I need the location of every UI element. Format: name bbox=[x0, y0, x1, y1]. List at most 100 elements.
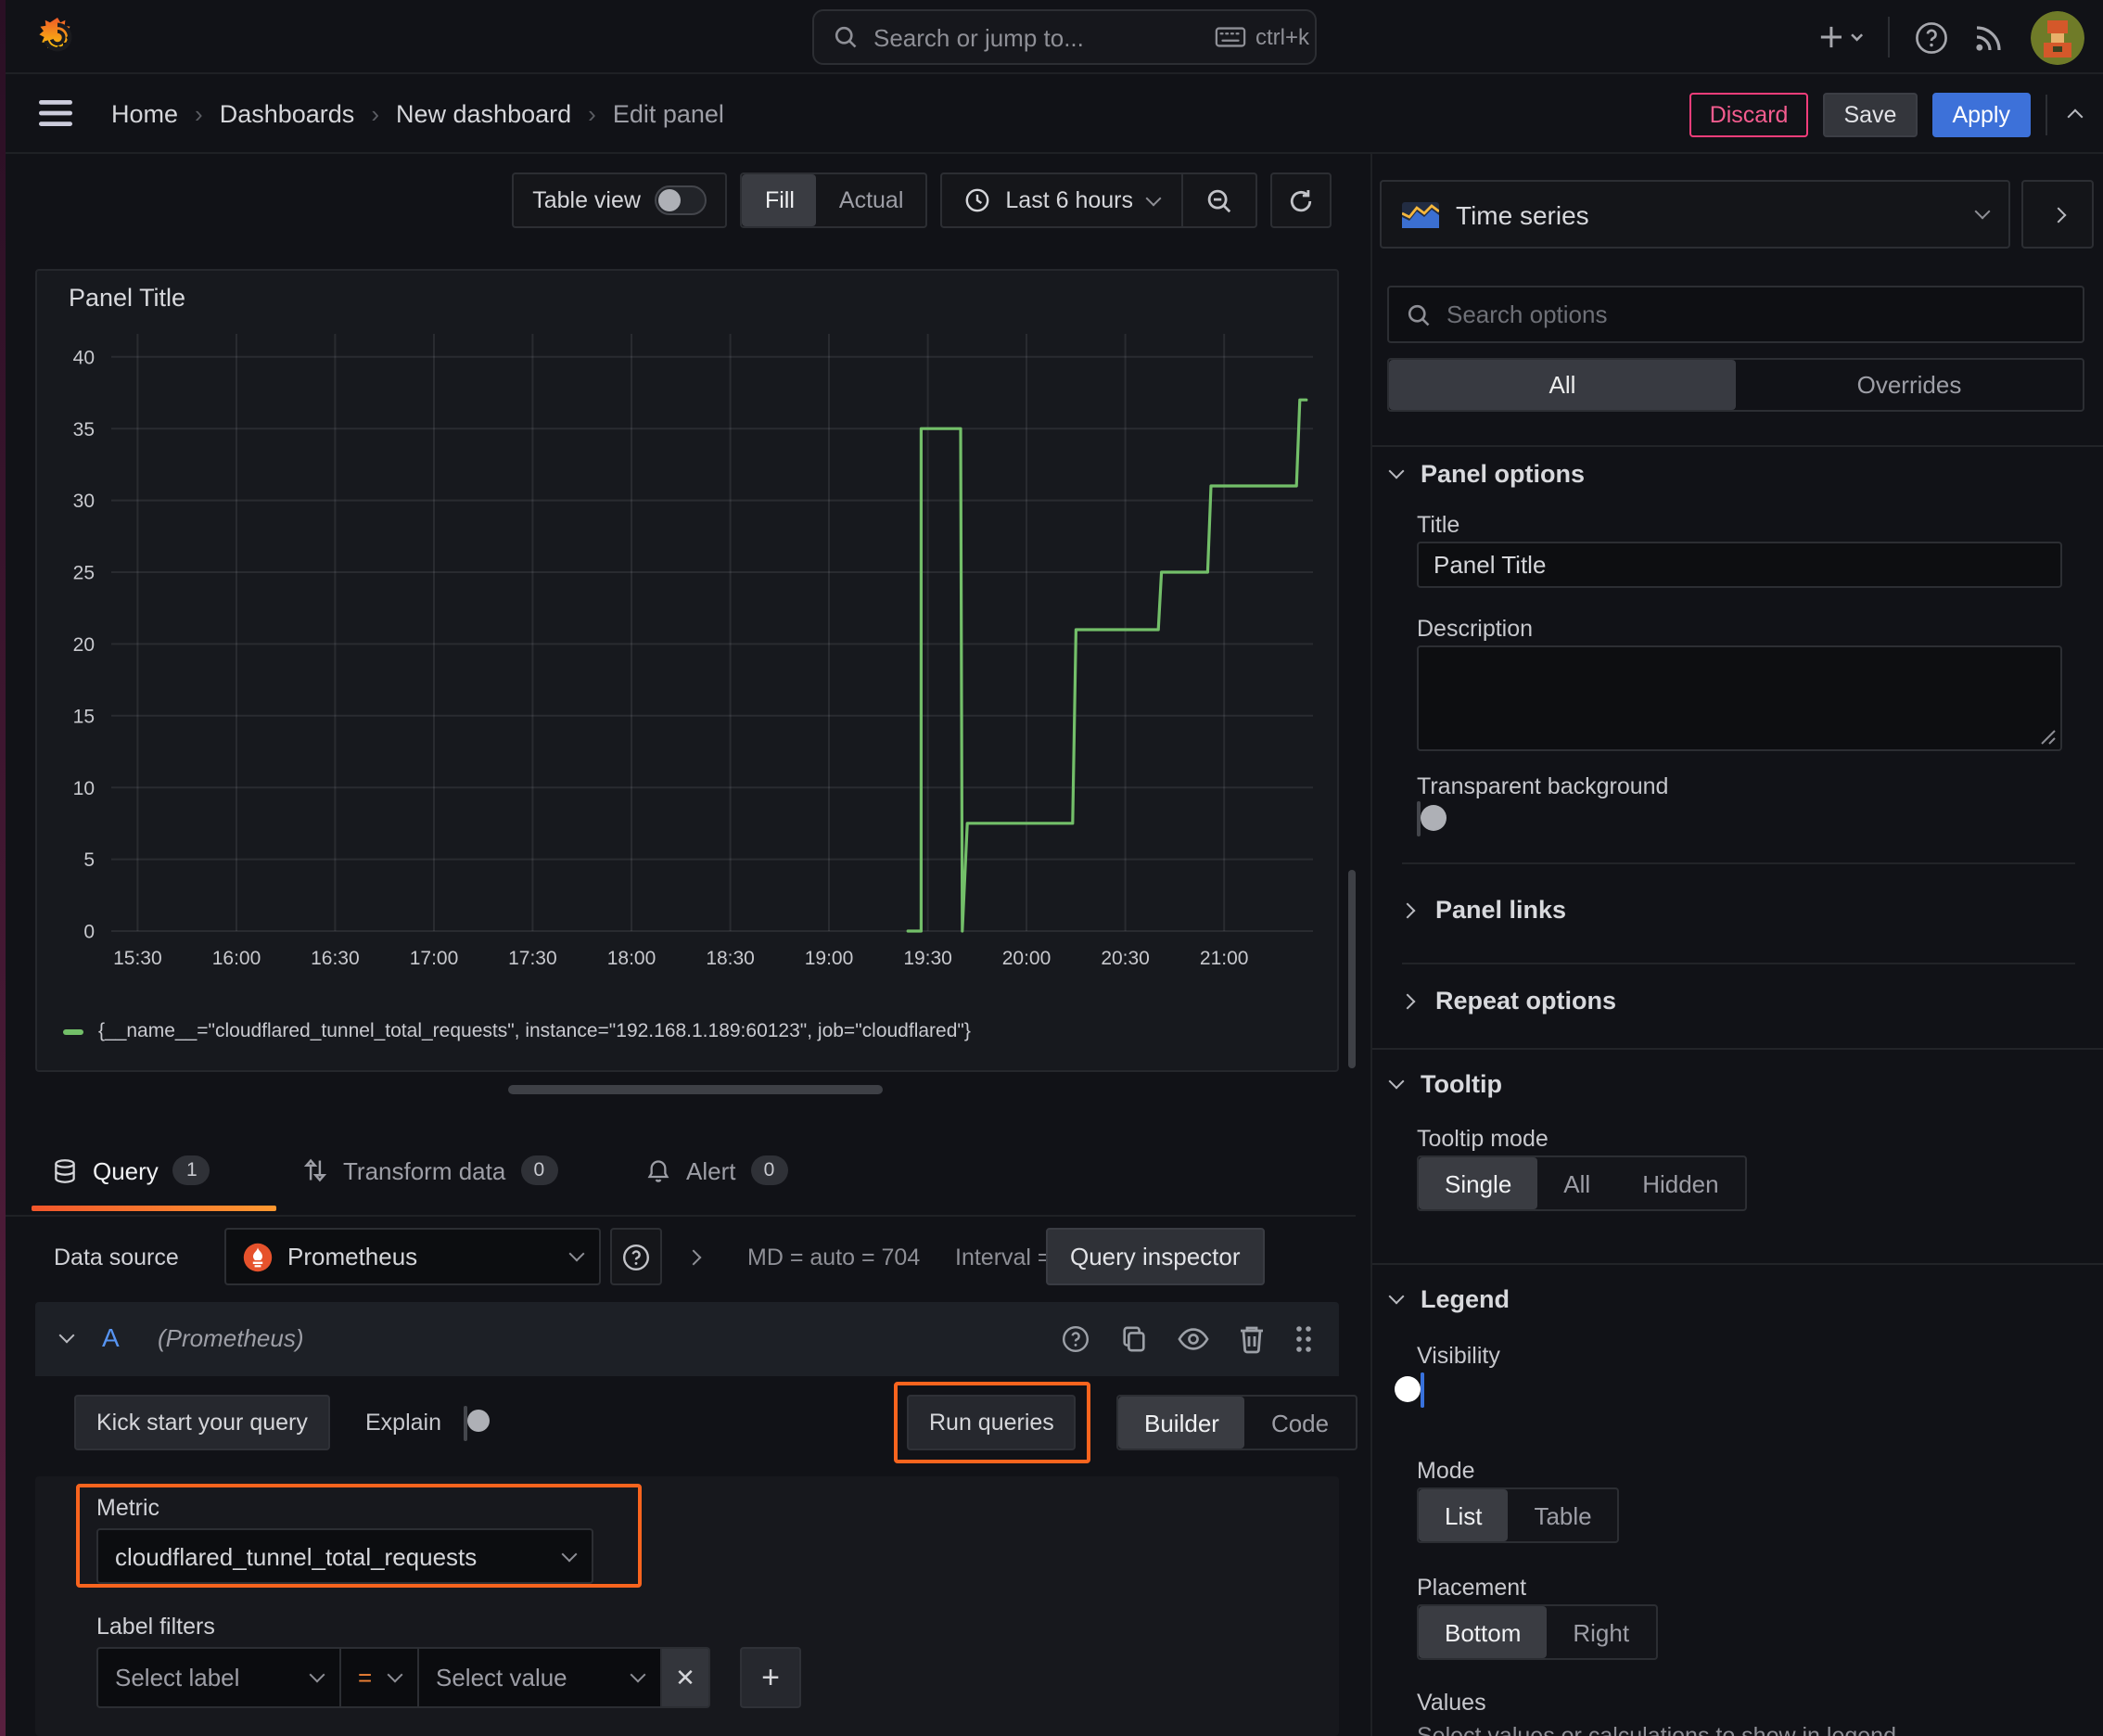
expand-options-icon[interactable] bbox=[685, 1249, 702, 1266]
tabs-divider bbox=[6, 1215, 1356, 1217]
panel-links-section[interactable]: Panel links bbox=[1399, 896, 1566, 924]
builder-code-segmented: Builder Code bbox=[1116, 1395, 1357, 1450]
menu-hamburger-icon[interactable] bbox=[39, 100, 72, 126]
panel-options-section[interactable]: Panel options bbox=[1388, 460, 1585, 488]
breadcrumb-home[interactable]: Home bbox=[111, 100, 178, 128]
fill-option[interactable]: Fill bbox=[742, 174, 817, 226]
table-view-toggle[interactable] bbox=[655, 185, 707, 215]
legend-list-option[interactable]: List bbox=[1419, 1489, 1509, 1541]
news-rss-icon[interactable] bbox=[1973, 20, 2007, 54]
apply-button[interactable]: Apply bbox=[1931, 92, 2031, 136]
datasource-help-button[interactable] bbox=[610, 1228, 662, 1285]
visualization-picker[interactable]: Time series bbox=[1380, 180, 2010, 249]
query-inspector-button[interactable]: Query inspector bbox=[1046, 1228, 1265, 1285]
resize-handle-icon[interactable] bbox=[2040, 729, 2057, 746]
svg-text:17:00: 17:00 bbox=[410, 948, 459, 969]
breadcrumb: Home › Dashboards › New dashboard › Edit… bbox=[111, 74, 724, 154]
svg-text:21:00: 21:00 bbox=[1200, 948, 1249, 969]
time-range-picker[interactable]: Last 6 hours bbox=[942, 174, 1181, 226]
zoom-out-button[interactable] bbox=[1183, 174, 1255, 226]
placement-bottom-option[interactable]: Bottom bbox=[1419, 1606, 1548, 1658]
tooltip-section[interactable]: Tooltip bbox=[1388, 1070, 1502, 1098]
breadcrumb-dashboards[interactable]: Dashboards bbox=[220, 100, 355, 128]
tab-transform-data[interactable]: Transform data 0 bbox=[302, 1135, 558, 1206]
svg-text:18:30: 18:30 bbox=[706, 948, 755, 969]
breadcrumb-new-dashboard[interactable]: New dashboard bbox=[396, 100, 571, 128]
select-value-dropdown[interactable]: Select value bbox=[419, 1647, 662, 1708]
delete-query-trash-icon[interactable] bbox=[1239, 1324, 1265, 1354]
table-view-toggle-button[interactable]: Table view bbox=[512, 172, 728, 228]
description-textarea[interactable] bbox=[1417, 645, 2062, 751]
legend-values-label: Values bbox=[1417, 1690, 1486, 1716]
tab-query[interactable]: Query 1 bbox=[52, 1135, 210, 1206]
datasource-picker[interactable]: Prometheus bbox=[224, 1228, 601, 1285]
svg-text:20: 20 bbox=[73, 634, 95, 656]
tab-overrides[interactable]: Overrides bbox=[1736, 360, 2083, 410]
explain-label: Explain bbox=[365, 1410, 441, 1436]
add-filter-button[interactable]: + bbox=[740, 1647, 801, 1708]
breadcrumb-separator: › bbox=[195, 100, 203, 128]
run-queries-button[interactable]: Run queries bbox=[907, 1395, 1077, 1450]
prometheus-icon bbox=[243, 1242, 273, 1271]
options-tabs: All Overrides bbox=[1387, 358, 2084, 412]
actual-option[interactable]: Actual bbox=[817, 174, 926, 226]
query-help-icon[interactable] bbox=[1061, 1324, 1090, 1354]
svg-text:16:30: 16:30 bbox=[311, 948, 360, 969]
refresh-button[interactable] bbox=[1270, 172, 1332, 228]
user-avatar[interactable] bbox=[2031, 10, 2084, 64]
search-input[interactable] bbox=[873, 23, 1200, 51]
builder-option[interactable]: Builder bbox=[1118, 1397, 1245, 1449]
duplicate-query-icon[interactable] bbox=[1120, 1324, 1148, 1354]
breadcrumb-bar: Home › Dashboards › New dashboard › Edit… bbox=[6, 74, 2103, 154]
vertical-scrollbar[interactable] bbox=[1348, 870, 1356, 1068]
legend-section[interactable]: Legend bbox=[1388, 1285, 1510, 1313]
collapse-query-icon[interactable] bbox=[58, 1327, 75, 1344]
panel-title-input[interactable] bbox=[1417, 542, 2062, 588]
tooltip-single-option[interactable]: Single bbox=[1419, 1157, 1538, 1209]
series-label[interactable]: {__name__="cloudflared_tunnel_total_requ… bbox=[98, 1020, 971, 1042]
viz-suggestions-button[interactable] bbox=[2021, 180, 2094, 249]
discard-button[interactable]: Discard bbox=[1689, 92, 1809, 136]
keyboard-icon bbox=[1215, 26, 1246, 48]
code-option[interactable]: Code bbox=[1245, 1397, 1355, 1449]
new-button[interactable] bbox=[1819, 24, 1864, 50]
explain-toggle[interactable] bbox=[464, 1406, 490, 1441]
bell-icon bbox=[645, 1156, 671, 1184]
active-tab-underline bbox=[32, 1206, 276, 1211]
global-search[interactable]: ctrl+k bbox=[812, 9, 1317, 65]
help-icon[interactable] bbox=[1914, 19, 1949, 55]
svg-text:18:00: 18:00 bbox=[607, 948, 656, 969]
svg-text:15:30: 15:30 bbox=[113, 948, 162, 969]
save-button[interactable]: Save bbox=[1823, 92, 1918, 136]
hide-query-eye-icon[interactable] bbox=[1178, 1326, 1209, 1352]
options-search-input[interactable] bbox=[1447, 300, 2066, 328]
grafana-logo-icon[interactable] bbox=[32, 11, 83, 63]
kick-start-query-button[interactable]: Kick start your query bbox=[74, 1395, 330, 1450]
query-row-header[interactable]: A (Prometheus) bbox=[35, 1302, 1339, 1376]
legend-mode-segmented: List Table bbox=[1417, 1487, 1620, 1543]
remove-filter-button[interactable]: ✕ bbox=[662, 1647, 710, 1708]
repeat-options-section[interactable]: Repeat options bbox=[1399, 987, 1616, 1015]
options-search[interactable] bbox=[1387, 286, 2084, 343]
transparent-bg-toggle[interactable] bbox=[1417, 801, 1447, 836]
legend-placement-segmented: Bottom Right bbox=[1417, 1604, 1658, 1660]
chart-legend[interactable]: {__name__="cloudflared_tunnel_total_requ… bbox=[63, 1020, 971, 1042]
operator-dropdown[interactable]: = bbox=[341, 1647, 419, 1708]
drag-handle-icon[interactable] bbox=[1294, 1324, 1313, 1354]
metric-select[interactable]: cloudflared_tunnel_total_requests bbox=[96, 1528, 593, 1584]
placement-right-option[interactable]: Right bbox=[1547, 1606, 1655, 1658]
tab-alert[interactable]: Alert 0 bbox=[645, 1135, 788, 1206]
query-count-badge: 1 bbox=[172, 1155, 210, 1185]
tooltip-all-option[interactable]: All bbox=[1537, 1157, 1616, 1209]
panel-edit-toolbar: Table view Fill Actual Last 6 hours bbox=[6, 172, 1332, 228]
horizontal-scrollbar[interactable] bbox=[508, 1085, 883, 1094]
svg-text:16:00: 16:00 bbox=[212, 948, 261, 969]
legend-visibility-toggle[interactable] bbox=[1395, 1372, 1424, 1408]
timeseries-chart[interactable]: 0 5 10 15 20 25 30 35 40 15:30 16:00 16:30 17:00 17:3… bbox=[48, 319, 1328, 1005]
collapse-pane-icon[interactable] bbox=[2067, 108, 2084, 125]
svg-text:25: 25 bbox=[73, 563, 95, 584]
select-label-dropdown[interactable]: Select label bbox=[96, 1647, 341, 1708]
tooltip-hidden-option[interactable]: Hidden bbox=[1616, 1157, 1744, 1209]
legend-table-option[interactable]: Table bbox=[1508, 1489, 1617, 1541]
tab-all[interactable]: All bbox=[1389, 360, 1736, 410]
